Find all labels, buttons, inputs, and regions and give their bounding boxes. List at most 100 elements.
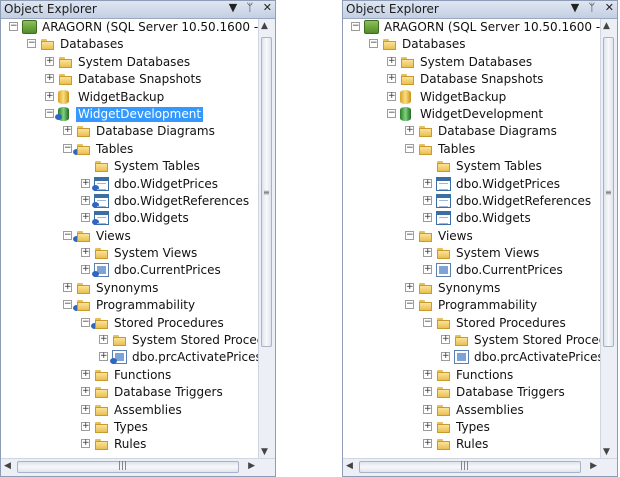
tree-node-label[interactable]: ARAGORN (SQL Server 10.50.1600 - aragor — [382, 20, 601, 35]
expand-icon[interactable]: + — [81, 439, 90, 449]
expand-icon[interactable]: + — [423, 248, 432, 258]
tree-node[interactable]: + Database Triggers — [1, 384, 259, 401]
tree-node[interactable]: + Rules — [1, 436, 259, 453]
tree-node[interactable]: + Database Snapshots — [1, 71, 259, 88]
tree-node-label[interactable]: System Tables — [454, 159, 544, 174]
tree-node[interactable]: System Tables — [343, 158, 601, 175]
pin-icon[interactable]: ᛘ — [247, 1, 254, 14]
tree-node-label[interactable]: WidgetDevelopment — [76, 106, 204, 122]
tree-node-label[interactable]: WidgetBackup — [418, 90, 508, 105]
tree-node[interactable]: + Functions — [343, 367, 601, 384]
tree-node-label[interactable]: Stored Procedures — [112, 316, 226, 331]
tree-node[interactable]: + Functions — [1, 367, 259, 384]
expand-icon[interactable]: + — [45, 56, 54, 66]
tree-node-label[interactable]: Tables — [94, 142, 135, 157]
tree-node[interactable]: + System Databases — [1, 54, 259, 71]
collapse-icon[interactable]: − — [45, 108, 54, 118]
tree-node[interactable]: + System Views — [343, 245, 601, 262]
tree-node-label[interactable]: Database Triggers — [112, 385, 225, 400]
tree-node-label[interactable]: dbo.WidgetPrices — [112, 177, 220, 192]
tree-node[interactable]: − Programmability — [343, 297, 601, 314]
expand-icon[interactable]: + — [423, 404, 432, 414]
pin-icon[interactable]: ᛘ — [589, 1, 596, 14]
expand-icon[interactable]: + — [81, 248, 90, 258]
expand-icon[interactable]: + — [45, 91, 54, 101]
tree-node-label[interactable]: Rules — [454, 437, 490, 452]
tree-node-label[interactable]: Assemblies — [454, 403, 526, 418]
expand-icon[interactable]: + — [81, 265, 90, 275]
scroll-down-icon[interactable]: ▼ — [261, 447, 268, 457]
collapse-icon[interactable]: − — [63, 300, 72, 310]
tree-node-label[interactable]: dbo.CurrentPrices — [454, 263, 565, 278]
tree-node[interactable]: + System Views — [1, 245, 259, 262]
tree-node[interactable]: + dbo.WidgetPrices — [1, 176, 259, 193]
tree-node[interactable]: + Types — [1, 419, 259, 436]
expand-icon[interactable]: + — [441, 352, 450, 362]
tree-node[interactable]: + dbo.WidgetReferences — [1, 193, 259, 210]
scroll-right-icon[interactable]: ▶ — [590, 461, 597, 471]
tree-node[interactable]: − Tables — [1, 141, 259, 158]
collapse-icon[interactable]: − — [405, 300, 414, 310]
tree-node[interactable]: − Stored Procedures — [343, 315, 601, 332]
expand-icon[interactable]: + — [423, 439, 432, 449]
expand-icon[interactable]: + — [387, 91, 396, 101]
tree-node-label[interactable]: Types — [454, 420, 492, 435]
scroll-down-icon[interactable]: ▼ — [603, 447, 610, 457]
expand-icon[interactable]: + — [99, 352, 108, 362]
tree-node-label[interactable]: dbo.WidgetReferences — [454, 194, 593, 209]
tree-node[interactable]: + WidgetBackup — [343, 89, 601, 106]
tree-node-label[interactable]: Tables — [436, 142, 477, 157]
expand-icon[interactable]: + — [423, 387, 432, 397]
dropdown-icon[interactable]: ▼ — [571, 1, 579, 14]
expand-icon[interactable]: + — [387, 74, 396, 84]
close-icon[interactable]: ✕ — [605, 1, 614, 14]
tree-node[interactable]: + dbo.prcActivatePrices — [1, 349, 259, 366]
tree-node[interactable]: + dbo.Widgets — [1, 210, 259, 227]
collapse-icon[interactable]: − — [351, 22, 360, 31]
tree-node[interactable]: + Database Snapshots — [343, 71, 601, 88]
tree-node[interactable]: + Rules — [343, 436, 601, 453]
tree-node[interactable]: + dbo.WidgetReferences — [343, 193, 601, 210]
tree-node-label[interactable]: Databases — [400, 37, 468, 52]
tree-node-label[interactable]: Rules — [112, 437, 148, 452]
tree-node-label[interactable]: dbo.CurrentPrices — [112, 263, 223, 278]
tree-node[interactable]: + dbo.CurrentPrices — [1, 262, 259, 279]
collapse-icon[interactable]: − — [369, 39, 378, 49]
tree-node-label[interactable]: Views — [94, 229, 133, 244]
tree-node[interactable]: + Database Diagrams — [343, 123, 601, 140]
tree-node-label[interactable]: dbo.Widgets — [112, 211, 191, 226]
object-tree[interactable]: −ARAGORN (SQL Server 10.50.1600 - aragor… — [1, 19, 259, 460]
tree-node[interactable]: + dbo.CurrentPrices — [343, 262, 601, 279]
tree-node-label[interactable]: System Stored Procedur — [130, 333, 259, 348]
tree-node[interactable]: + Types — [343, 419, 601, 436]
tree-node[interactable]: − Tables — [343, 141, 601, 158]
collapse-icon[interactable]: − — [405, 143, 414, 153]
tree-node[interactable]: + Assemblies — [1, 402, 259, 419]
expand-icon[interactable]: + — [423, 265, 432, 275]
tree-node-label[interactable]: dbo.WidgetPrices — [454, 177, 562, 192]
tree-node[interactable]: − Databases — [343, 36, 601, 53]
collapse-icon[interactable]: − — [63, 230, 72, 240]
expand-icon[interactable]: + — [405, 282, 414, 292]
vertical-scroll-thumb[interactable]: ≡ — [603, 37, 614, 347]
horizontal-scrollbar[interactable]: ◀ ||| ▶ — [1, 458, 275, 476]
collapse-icon[interactable]: − — [27, 39, 36, 49]
vertical-scroll-thumb[interactable]: ≡ — [261, 37, 272, 347]
expand-icon[interactable]: + — [81, 178, 90, 188]
tree-node-label[interactable]: Database Snapshots — [76, 72, 203, 87]
tree-node-label[interactable]: dbo.Widgets — [454, 211, 533, 226]
dropdown-icon[interactable]: ▼ — [229, 1, 237, 14]
scroll-up-icon[interactable]: ▲ — [261, 21, 268, 31]
collapse-icon[interactable]: − — [81, 317, 90, 327]
tree-node-label[interactable]: Database Triggers — [454, 385, 567, 400]
expand-icon[interactable]: + — [81, 421, 90, 431]
expand-icon[interactable]: + — [81, 369, 90, 379]
scroll-up-icon[interactable]: ▲ — [603, 21, 610, 31]
expand-icon[interactable]: + — [63, 282, 72, 292]
expand-icon[interactable]: + — [63, 126, 72, 136]
tree-node[interactable]: + System Stored Procedur — [343, 332, 601, 349]
tree-node-label[interactable]: dbo.prcActivatePrices — [472, 350, 601, 365]
tree-node-label[interactable]: WidgetDevelopment — [418, 107, 545, 122]
horizontal-scroll-thumb[interactable]: ||| — [359, 461, 581, 473]
scroll-left-icon[interactable]: ◀ — [4, 461, 11, 471]
